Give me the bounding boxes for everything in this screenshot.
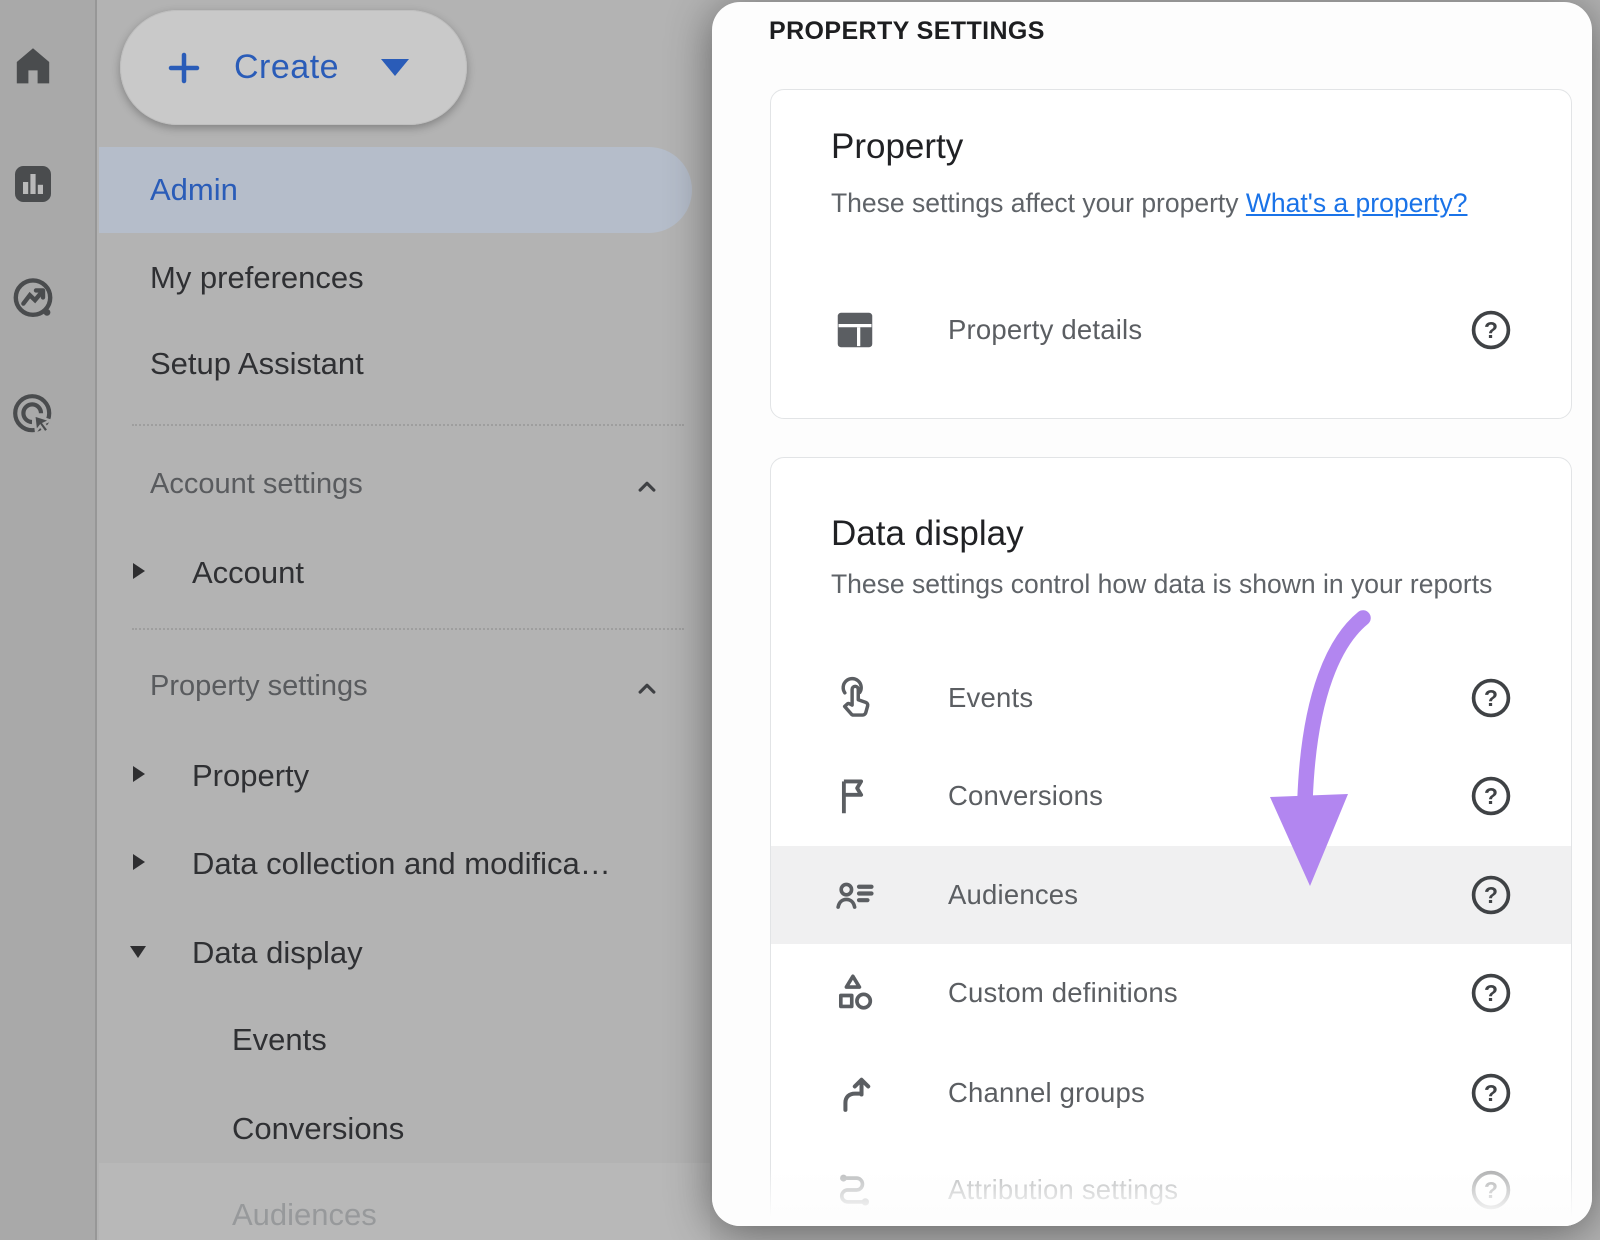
- card-title: Property: [831, 127, 963, 167]
- expand-right-icon[interactable]: [133, 563, 145, 579]
- plus-icon: [164, 48, 204, 88]
- help-icon[interactable]: ?: [1469, 774, 1513, 818]
- chevron-up-icon[interactable]: [632, 674, 662, 704]
- help-icon[interactable]: ?: [1469, 873, 1513, 917]
- property-details-icon: [832, 307, 878, 353]
- sidebar-item-my-preferences[interactable]: My preferences: [150, 260, 364, 296]
- sidebar-item-events[interactable]: Events: [232, 1022, 327, 1058]
- nav-bottom-band: [99, 1163, 710, 1240]
- sidebar-item-label: Property: [192, 758, 309, 793]
- svg-text:?: ?: [1484, 980, 1498, 1006]
- admin-sidenav: Create Admin My preferences Setup Assist…: [99, 0, 710, 1240]
- whats-a-property-link[interactable]: What's a property?: [1246, 188, 1468, 218]
- svg-text:?: ?: [1484, 882, 1498, 908]
- sidebar-item-conversions[interactable]: Conversions: [232, 1111, 404, 1147]
- expand-right-icon[interactable]: [133, 854, 145, 870]
- section-header-property-settings[interactable]: Property settings: [150, 670, 368, 703]
- help-icon[interactable]: ?: [1469, 1168, 1513, 1212]
- explore-icon[interactable]: [9, 274, 57, 322]
- svg-text:?: ?: [1484, 1080, 1498, 1106]
- divider: [132, 424, 684, 426]
- help-icon[interactable]: ?: [1469, 676, 1513, 720]
- home-icon[interactable]: [9, 42, 57, 90]
- property-settings-panel: PROPERTY SETTINGS Property These setting…: [712, 2, 1592, 1226]
- svg-text:?: ?: [1484, 783, 1498, 809]
- setting-row-events[interactable]: Events ?: [771, 649, 1571, 747]
- setting-row-label: Conversions: [948, 780, 1103, 812]
- setting-row-label: Attribution settings: [948, 1174, 1178, 1206]
- setting-row-label: Audiences: [948, 879, 1078, 911]
- chevron-up-icon[interactable]: [632, 472, 662, 502]
- page-title: PROPERTY SETTINGS: [769, 17, 1045, 46]
- setting-row-label: Channel groups: [948, 1077, 1145, 1109]
- setting-row-label: Custom definitions: [948, 977, 1178, 1009]
- card-description: These settings control how data is shown…: [831, 558, 1541, 610]
- reports-icon[interactable]: [9, 160, 57, 208]
- audiences-icon: [832, 872, 878, 918]
- sidebar-item-data-collection[interactable]: Data collection and modifica…: [192, 846, 611, 882]
- sidebar-item-data-display[interactable]: Data display: [192, 935, 363, 971]
- data-display-card: Data display These settings control how …: [770, 457, 1572, 1226]
- section-header-account-settings[interactable]: Account settings: [150, 468, 363, 501]
- help-icon[interactable]: ?: [1469, 971, 1513, 1015]
- divider: [132, 628, 684, 630]
- sidebar-item-account[interactable]: Account: [192, 555, 304, 591]
- channel-groups-icon: [832, 1070, 878, 1116]
- route-icon: [832, 1167, 878, 1213]
- help-icon[interactable]: ?: [1469, 1071, 1513, 1115]
- svg-text:?: ?: [1484, 1177, 1498, 1203]
- svg-text:?: ?: [1484, 317, 1498, 343]
- flag-icon: [832, 773, 878, 819]
- touch-icon: [832, 675, 878, 721]
- setting-row-label: Property details: [948, 314, 1142, 346]
- setting-row-channel-groups[interactable]: Channel groups ?: [771, 1044, 1571, 1142]
- advertising-icon[interactable]: [9, 390, 57, 438]
- svg-text:?: ?: [1484, 685, 1498, 711]
- card-title: Data display: [831, 514, 1024, 554]
- card-description-text: These settings affect your property: [831, 188, 1239, 218]
- create-button[interactable]: Create: [120, 10, 467, 125]
- sidebar-item-audiences[interactable]: Audiences: [232, 1197, 377, 1233]
- category-icon: [832, 970, 878, 1016]
- sidebar-item-label: Account: [192, 555, 304, 590]
- caret-down-icon: [381, 59, 409, 76]
- expand-down-icon[interactable]: [130, 946, 146, 958]
- expand-right-icon[interactable]: [133, 766, 145, 782]
- sidebar-item-label: Data collection and modifica…: [192, 846, 611, 881]
- setting-row-custom-definitions[interactable]: Custom definitions ?: [771, 944, 1571, 1042]
- ga-admin-screen: Create Admin My preferences Setup Assist…: [0, 0, 1600, 1240]
- property-card: Property These settings affect your prop…: [770, 89, 1572, 419]
- setting-row-label: Events: [948, 682, 1033, 714]
- app-rail: [0, 0, 97, 1240]
- setting-row-property-details[interactable]: Property details ?: [771, 286, 1571, 374]
- card-description: These settings affect your property What…: [831, 178, 1471, 228]
- setting-row-attribution-settings[interactable]: Attribution settings ?: [771, 1141, 1571, 1226]
- sidebar-item-property[interactable]: Property: [192, 758, 309, 794]
- sidebar-item-admin[interactable]: Admin: [99, 147, 692, 233]
- sidebar-item-label: Data display: [192, 935, 363, 970]
- create-button-label: Create: [234, 48, 339, 87]
- sidebar-item-label: Admin: [150, 172, 238, 208]
- help-icon[interactable]: ?: [1469, 308, 1513, 352]
- sidebar-item-setup-assistant[interactable]: Setup Assistant: [150, 346, 364, 382]
- setting-row-conversions[interactable]: Conversions ?: [771, 747, 1571, 845]
- setting-row-audiences[interactable]: Audiences ?: [771, 846, 1571, 944]
